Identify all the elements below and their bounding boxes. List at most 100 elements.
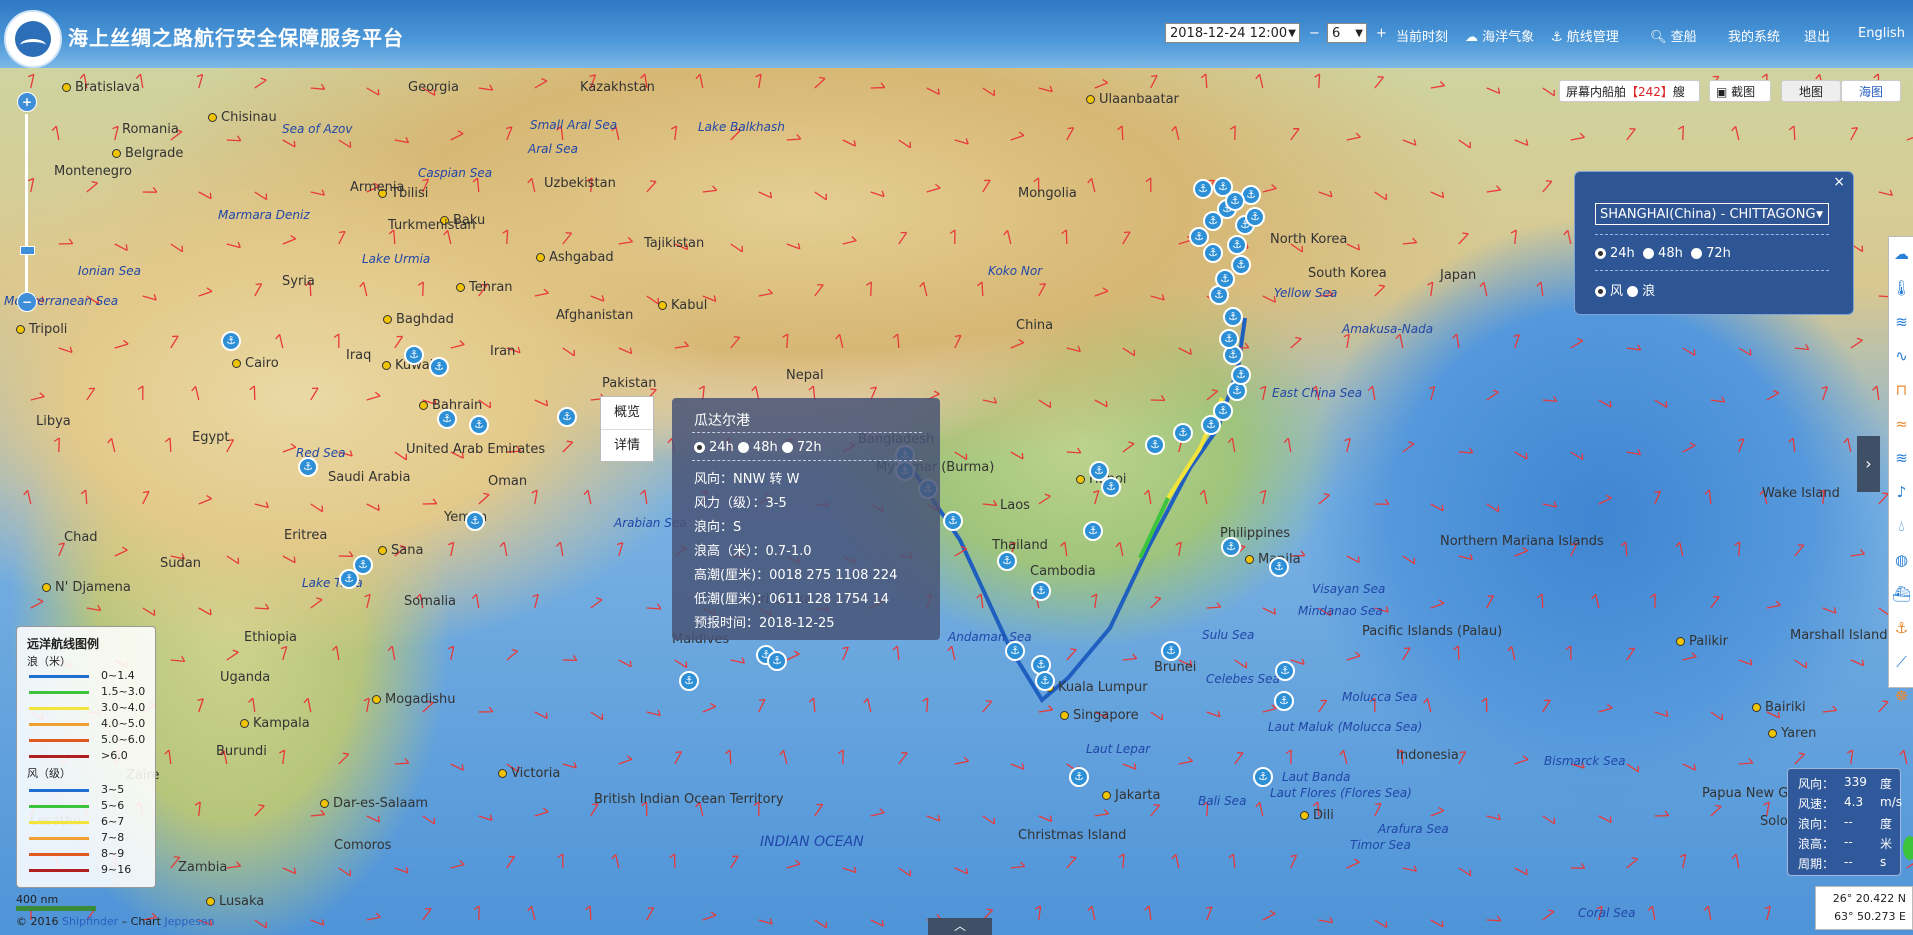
port-anchor-icon[interactable]: ⚓ [1215, 269, 1235, 289]
port-anchor-icon[interactable]: ⚓ [1173, 423, 1193, 443]
port-anchor-icon[interactable]: ⚓ [1253, 767, 1273, 787]
zoom-in-button[interactable]: + [17, 92, 37, 112]
expand-panel-button[interactable]: › [1857, 436, 1880, 492]
port-anchor-icon[interactable]: ⚓ [298, 457, 318, 477]
ship-icon[interactable]: ⛴︎ [1889, 577, 1913, 611]
wind-barb-icon [366, 391, 381, 401]
popup-radio-24h[interactable]: 24h [694, 440, 734, 455]
port-anchor-icon[interactable]: ⚓ [1189, 227, 1209, 247]
nav-search-ship[interactable]: 🔍︎ 查船 [1650, 26, 1697, 45]
port-anchor-icon[interactable]: ⚓ [1245, 207, 1265, 227]
port-anchor-icon[interactable]: ⚓ [767, 651, 787, 671]
datetime-select[interactable]: 2018-12-24 12:00 ▼ [1165, 23, 1300, 43]
wind-barb-icon [976, 281, 984, 297]
port-anchor-icon[interactable]: ⚓ [437, 409, 457, 429]
time-minus-button[interactable]: − [1309, 26, 1320, 41]
legend-swatch [29, 722, 89, 726]
port-anchor-icon[interactable]: ⚓ [221, 331, 241, 351]
tab-chart[interactable]: 海图 [1841, 80, 1901, 102]
zoom-slider-handle[interactable] [20, 246, 35, 255]
time-step-select[interactable]: 6 ▼ [1327, 23, 1367, 43]
port-anchor-icon[interactable]: ⚓ [1031, 581, 1051, 601]
wind-barb-icon [30, 598, 44, 609]
wind-barb-icon [1038, 399, 1052, 409]
radio-72h[interactable]: 72h [1691, 246, 1731, 261]
port-anchor-icon[interactable]: ⚓ [465, 511, 485, 531]
wind-barb-icon [478, 84, 494, 91]
port-anchor-icon[interactable]: ⚓ [997, 551, 1017, 571]
water-drop-icon[interactable]: 💧︎ [1889, 509, 1913, 543]
port-anchor-icon[interactable]: ⚓ [1035, 671, 1055, 691]
close-icon[interactable]: × [1833, 174, 1845, 190]
time-plus-button[interactable]: + [1376, 26, 1387, 41]
radio-24h[interactable]: 24h [1595, 246, 1635, 261]
waves-icon[interactable]: ∿ [1889, 339, 1913, 373]
port-anchor-icon[interactable]: ⚓ [1219, 329, 1239, 349]
thermometer-icon[interactable]: 🌡︎ [1889, 271, 1913, 305]
nav-logout[interactable]: 退出 [1804, 26, 1830, 45]
wind-barb-icon [590, 295, 605, 302]
country-label: Georgia [408, 80, 459, 95]
swell-icon[interactable]: ≈ [1889, 407, 1913, 441]
current-icon[interactable]: ≋ [1889, 441, 1913, 475]
port-anchor-icon[interactable]: ⚓ [943, 511, 963, 531]
current-time-button[interactable]: 当前时刻 [1396, 26, 1448, 45]
port-anchor-icon[interactable]: ⚓ [679, 671, 699, 691]
helm-icon[interactable]: ☸ [1889, 679, 1913, 713]
port-anchor-icon[interactable]: ⚓ [1275, 661, 1295, 681]
wind-icon[interactable]: ♪ [1889, 475, 1913, 509]
port-anchor-icon[interactable]: ⚓ [1223, 307, 1243, 327]
tide-icon[interactable]: ⊓ [1889, 373, 1913, 407]
screenshot-button[interactable]: ▣ 截图 [1709, 80, 1771, 102]
shipfinder-link[interactable]: Shipfinder [62, 915, 118, 928]
port-anchor-icon[interactable]: ⚓ [1083, 521, 1103, 541]
route-select[interactable]: SHANGHAI(China) - CHITTAGONG ▼ [1595, 203, 1829, 225]
port-anchor-icon[interactable]: ⚓ [1101, 477, 1121, 497]
port-anchor-icon[interactable]: ⚓ [1269, 557, 1289, 577]
nav-english[interactable]: English [1858, 26, 1905, 41]
typhoon-icon[interactable]: ◍ [1889, 543, 1913, 577]
port-anchor-icon[interactable]: ⚓ [557, 407, 577, 427]
jeppesen-link[interactable]: Jeppesen [164, 915, 214, 928]
zoom-slider[interactable] [25, 114, 28, 294]
wind-barb-icon [1010, 861, 1026, 869]
port-anchor-icon[interactable]: ⚓ [1231, 255, 1251, 275]
anchor-icon[interactable]: ⚓ [1889, 611, 1913, 645]
port-anchor-icon[interactable]: ⚓ [1231, 365, 1251, 385]
cloud-icon[interactable]: ☁ [1889, 237, 1913, 271]
city-dot-icon [378, 546, 387, 555]
nav-my-system[interactable]: 我的系统 [1728, 26, 1780, 45]
port-anchor-icon[interactable]: ⚓ [1145, 435, 1165, 455]
bottom-panel-toggle[interactable]: ︿ [928, 918, 992, 935]
port-anchor-icon[interactable]: ⚓ [1221, 537, 1241, 557]
wind-barb-icon [1878, 189, 1893, 197]
port-anchor-icon[interactable]: ⚓ [1274, 691, 1294, 711]
radio-wind[interactable]: 风 [1595, 284, 1623, 299]
port-anchor-icon[interactable]: ⚓ [1203, 243, 1223, 263]
tab-map[interactable]: 地图 [1781, 80, 1841, 102]
port-anchor-icon[interactable]: ⚓ [339, 569, 359, 589]
zoom-out-button[interactable]: − [17, 292, 37, 312]
port-anchor-icon[interactable]: ⚓ [404, 345, 424, 365]
route-icon[interactable]: ⟋ [1889, 645, 1913, 679]
nav-marine-weather[interactable]: ☁ 海洋气象 [1465, 26, 1534, 45]
nav-route-management[interactable]: ⚓ 航线管理 [1551, 26, 1619, 45]
port-anchor-icon[interactable]: ⚓ [1069, 767, 1089, 787]
port-anchor-icon[interactable]: ⚓ [1213, 177, 1233, 197]
port-anchor-icon[interactable]: ⚓ [1213, 401, 1233, 421]
port-anchor-icon[interactable]: ⚓ [1005, 641, 1025, 661]
popup-radio-48h[interactable]: 48h [737, 440, 778, 455]
port-anchor-icon[interactable]: ⚓ [429, 357, 449, 377]
port-anchor-icon[interactable]: ⚓ [1227, 235, 1247, 255]
radio-wave[interactable]: 浪 [1627, 284, 1655, 299]
menu-item-overview[interactable]: 概览 [601, 397, 653, 430]
menu-item-details[interactable]: 详情 [601, 430, 653, 462]
port-anchor-icon[interactable]: ⚓ [1161, 641, 1181, 661]
swim-icon[interactable]: ≋ [1889, 305, 1913, 339]
port-anchor-icon[interactable]: ⚓ [469, 415, 489, 435]
feedback-bubble[interactable] [1903, 836, 1913, 860]
port-anchor-icon[interactable]: ⚓ [1193, 179, 1213, 199]
popup-radio-72h[interactable]: 72h [781, 440, 822, 455]
radio-48h[interactable]: 48h [1643, 246, 1683, 261]
country-label: Cambodia [1030, 564, 1096, 579]
